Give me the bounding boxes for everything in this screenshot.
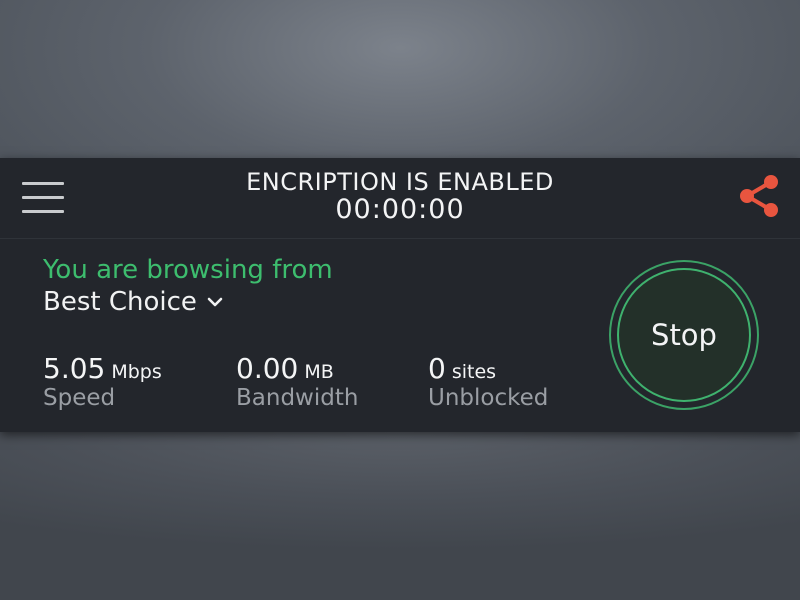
chevron-down-icon	[207, 284, 223, 314]
connection-timer: 00:00:00	[335, 194, 465, 225]
browsing-from-label: You are browsing from	[43, 255, 333, 285]
bandwidth-unit: MB	[304, 361, 334, 383]
speed-label: Speed	[43, 385, 116, 411]
bandwidth-label: Bandwidth	[236, 385, 359, 411]
background-lower	[0, 432, 800, 600]
speed-unit: Mbps	[111, 361, 162, 383]
encryption-status: ENCRIPTION IS ENABLED	[246, 168, 554, 196]
share-icon[interactable]	[738, 174, 780, 224]
stat-unblocked: 0 sites Unblocked	[428, 352, 548, 411]
unblocked-label: Unblocked	[428, 385, 549, 411]
stop-button[interactable]: Stop	[609, 260, 759, 410]
panel-header: ENCRIPTION IS ENABLED 00:00:00	[0, 158, 800, 239]
location-selector[interactable]: Best Choice	[43, 284, 223, 317]
stat-bandwidth: 0.00 MB Bandwidth	[236, 352, 358, 411]
unblocked-unit: sites	[451, 361, 497, 383]
stop-button-label: Stop	[651, 318, 717, 352]
stat-speed: 5.05 Mbps Speed	[43, 352, 162, 411]
bandwidth-value: 0.00	[236, 352, 299, 385]
unblocked-value: 0	[428, 352, 446, 385]
location-name: Best Choice	[43, 287, 197, 317]
vpn-panel: ENCRIPTION IS ENABLED 00:00:00 You are b…	[0, 158, 800, 432]
speed-value: 5.05	[43, 352, 106, 385]
